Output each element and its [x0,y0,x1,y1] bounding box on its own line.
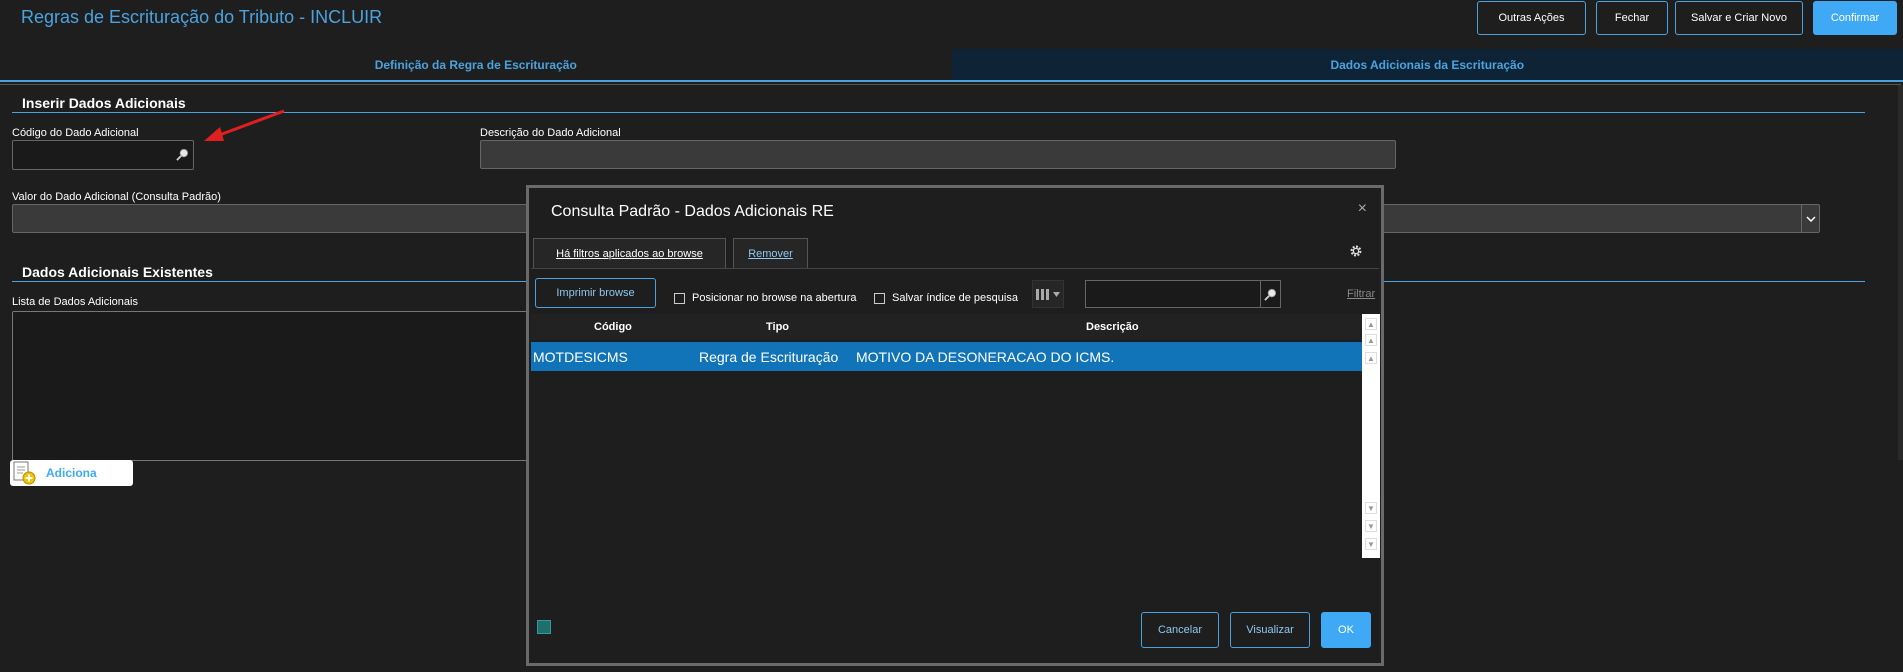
remove-filter-link[interactable]: Remover [733,238,808,268]
list-label: Lista de Dados Adicionais [12,296,138,308]
page-scrollbar[interactable] [1898,85,1903,460]
view-button[interactable]: Visualizar [1230,612,1310,648]
description-label: Descrição do Dado Adicional [480,127,621,139]
filter-divider [531,268,1379,269]
description-field [480,140,1396,169]
annotation-arrow [204,109,285,141]
close-button[interactable]: Fechar [1596,1,1668,35]
filters-applied-tab[interactable]: Há filtros aplicados ao browse [533,238,726,268]
tab-rule-definition[interactable]: Definição da Regra de Escrituração [0,49,952,82]
confirm-button[interactable]: Confirmar [1813,1,1897,35]
ok-button[interactable]: OK [1321,612,1371,648]
scroll-up-icon[interactable]: ▲ [1365,334,1377,346]
table-row[interactable]: MOTDESICMS Regra de Escrituração MOTIVO … [531,342,1364,371]
existing-section-title: Dados Adicionais Existentes [22,264,213,280]
filter-link[interactable]: Filtrar [1347,288,1375,300]
additional-data-list[interactable] [12,311,532,461]
cell-description: MOTIVO DA DESONERACAO DO ICMS. [856,349,1115,365]
code-input[interactable] [12,140,194,170]
chevron-down-icon[interactable] [1801,205,1819,232]
add-button[interactable]: Adiciona [10,460,133,486]
legend-icon[interactable] [537,620,551,634]
search-icon[interactable] [1261,280,1281,308]
scroll-up-icon[interactable]: ▲ [1365,352,1377,364]
page-title: Regras de Escrituração do Tributo - INCL… [21,7,383,27]
tab-bar: Definição da Regra de Escrituração Dados… [0,49,1903,82]
app-window: Regras de Escrituração do Tributo - INCL… [0,0,1903,672]
checkbox-label: Posicionar no browse na abertura [692,292,857,304]
print-browse-button[interactable]: Imprimir browse [535,278,656,308]
scroll-down-icon[interactable]: ▼ [1365,520,1377,532]
other-actions-button[interactable]: Outras Ações [1477,1,1586,35]
checkbox-box[interactable] [674,292,685,304]
position-on-open-checkbox[interactable]: Posicionar no browse na abertura [674,292,856,304]
column-header-type[interactable]: Tipo [766,321,789,333]
scroll-down-icon[interactable]: ▼ [1365,538,1377,550]
dialog-title: Consulta Padrão - Dados Adicionais RE [551,203,834,220]
lookup-dialog: Consulta Padrão - Dados Adicionais RE × … [526,185,1384,666]
cell-type: Regra de Escrituração [699,349,839,365]
save-index-checkbox[interactable]: Salvar índice de pesquisa [874,292,1018,304]
search-input[interactable] [1085,280,1261,308]
cell-code: MOTDESICMS [533,349,628,365]
gear-icon[interactable] [1349,244,1363,258]
add-document-icon [13,461,36,485]
code-label: Código do Dado Adicional [12,127,139,139]
save-and-new-button[interactable]: Salvar e Criar Novo [1675,1,1803,35]
column-header-code[interactable]: Código [594,321,632,333]
search-icon[interactable] [176,148,189,161]
close-icon[interactable]: × [1358,200,1367,218]
results-grid: Código Tipo Descrição MOTDESICMS Regra d… [531,314,1364,558]
grid-header: Código Tipo Descrição [531,314,1364,340]
columns-icon[interactable] [1032,280,1064,308]
checkbox-box[interactable] [874,292,885,304]
column-header-description[interactable]: Descrição [1086,321,1139,333]
scroll-down-icon[interactable]: ▼ [1365,502,1377,514]
value-label: Valor do Dado Adicional (Consulta Padrão… [12,191,221,203]
grid-scrollbar[interactable]: ▲ ▲ ▲ ▼ ▼ ▼ [1362,314,1380,558]
checkbox-label: Salvar índice de pesquisa [892,292,1018,304]
scroll-up-icon[interactable]: ▲ [1365,318,1377,330]
add-button-label: Adiciona [46,466,97,480]
tab-additional-data[interactable]: Dados Adicionais da Escrituração [951,49,1903,82]
insert-section-title: Inserir Dados Adicionais [22,95,186,111]
cancel-button[interactable]: Cancelar [1141,612,1219,648]
